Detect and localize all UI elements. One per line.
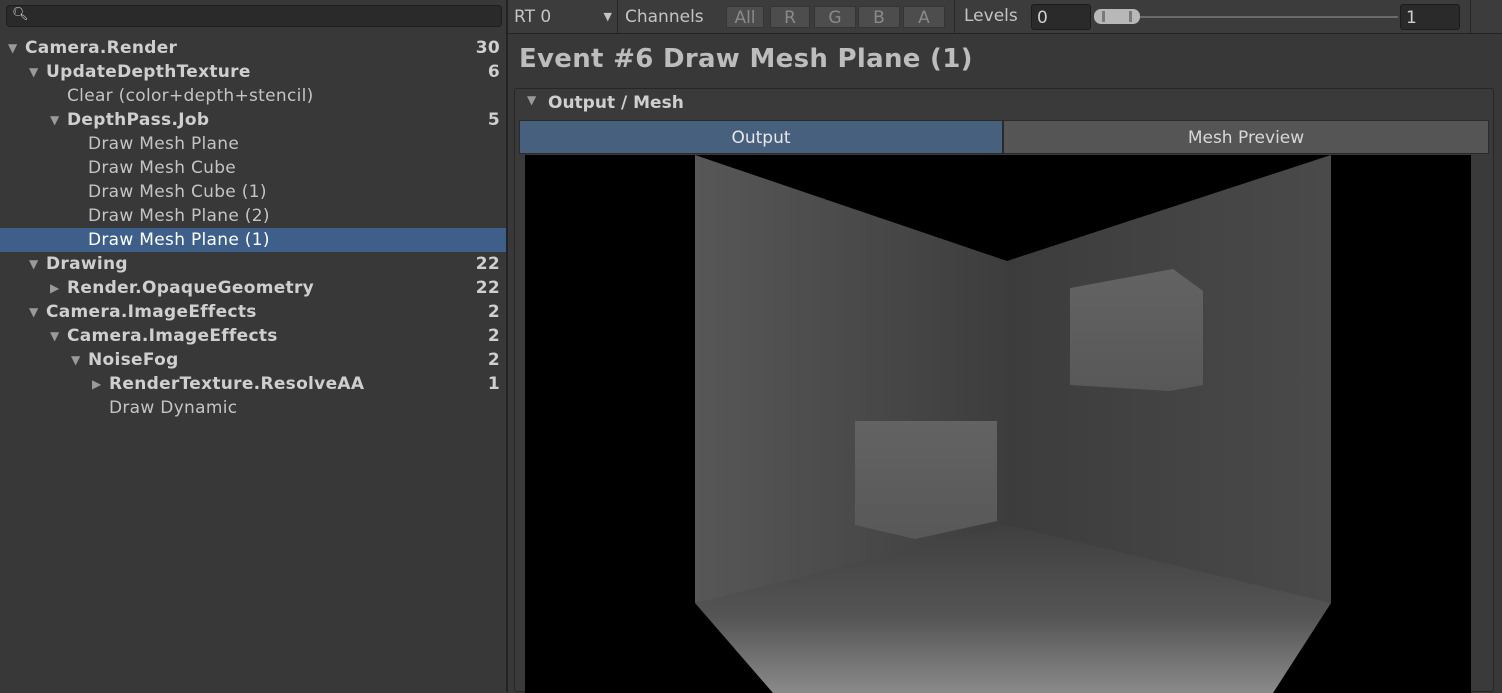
levels-max-field[interactable]: 1 bbox=[1400, 4, 1460, 30]
levels-min-field[interactable]: 0 bbox=[1031, 4, 1091, 30]
tree-row-count: 22 bbox=[475, 278, 500, 298]
toolbar-divider bbox=[1470, 0, 1471, 34]
chevron-down-icon: ▼ bbox=[603, 10, 612, 23]
tree-row-label: Draw Mesh Plane (2) bbox=[88, 206, 270, 226]
tree-row-label: Camera.ImageEffects bbox=[46, 302, 257, 322]
tree-row-label: NoiseFog bbox=[88, 350, 179, 370]
section-title: Output / Mesh bbox=[548, 93, 684, 113]
channel-a-button[interactable]: A bbox=[903, 6, 945, 28]
tree-row-label: Draw Mesh Cube (1) bbox=[88, 182, 267, 202]
tree-row[interactable]: ▶ RenderTexture.ResolveAA 1 bbox=[0, 372, 506, 396]
levels-label: Levels bbox=[964, 6, 1018, 26]
triangle-right-icon[interactable]: ▶ bbox=[50, 276, 64, 300]
search-icon: 🔍︎ bbox=[12, 7, 29, 22]
tree-row-label: Camera.Render bbox=[25, 38, 178, 58]
triangle-down-icon[interactable]: ▼ bbox=[50, 108, 64, 132]
tree-row[interactable]: Draw Dynamic bbox=[0, 396, 506, 420]
left-wall bbox=[695, 155, 1007, 603]
tree-row-label: Draw Mesh Plane bbox=[88, 134, 240, 154]
tree-row-label: Render.OpaqueGeometry bbox=[67, 278, 315, 298]
toolbar-divider bbox=[954, 0, 955, 34]
render-output-viewport[interactable] bbox=[525, 155, 1471, 693]
channel-r-button[interactable]: R bbox=[770, 6, 810, 28]
tree-row-label: Camera.ImageEffects bbox=[67, 326, 278, 346]
tree-row[interactable]: ▶ Render.OpaqueGeometry 22 bbox=[0, 276, 506, 300]
tree-row-count: 5 bbox=[487, 110, 500, 130]
levels-slider-track[interactable] bbox=[1098, 16, 1398, 18]
tree-row-label: Drawing bbox=[46, 254, 128, 274]
event-tree: ▼ Camera.Render 30 ▼ UpdateDepthTexture 6 Clea… bbox=[0, 36, 506, 420]
tree-row-count: 2 bbox=[487, 302, 500, 322]
output-mesh-section: ▼ Output / Mesh Output Mesh Preview bbox=[514, 88, 1494, 693]
tree-row[interactable]: Draw Mesh Cube bbox=[0, 156, 506, 180]
tree-row[interactable]: ▼ DepthPass.Job 5 bbox=[0, 108, 506, 132]
event-title: Event #6 Draw Mesh Plane (1) bbox=[519, 44, 973, 74]
triangle-down-icon[interactable]: ▼ bbox=[29, 300, 43, 324]
triangle-down-icon[interactable]: ▼ bbox=[527, 93, 536, 107]
tab-mesh-preview[interactable]: Mesh Preview bbox=[1003, 120, 1489, 154]
triangle-down-icon[interactable]: ▼ bbox=[29, 252, 43, 276]
tree-row[interactable]: ▼ Camera.ImageEffects 2 bbox=[0, 324, 506, 348]
tree-row-count: 1 bbox=[487, 374, 500, 394]
levels-slider-thumb[interactable] bbox=[1094, 9, 1140, 24]
triangle-down-icon[interactable]: ▼ bbox=[29, 60, 43, 84]
tree-row-label: Clear (color+depth+stencil) bbox=[67, 86, 314, 106]
frame-event-hierarchy: 🔍︎ ▼ Camera.Render 30 ▼ UpdateDepthTexture 6 C… bbox=[0, 0, 508, 692]
tree-row[interactable]: ▼ UpdateDepthTexture 6 bbox=[0, 60, 506, 84]
search-field[interactable]: 🔍︎ bbox=[6, 5, 502, 27]
triangle-down-icon[interactable]: ▼ bbox=[8, 36, 22, 60]
channel-g-button[interactable]: G bbox=[814, 6, 856, 28]
toolbar-divider bbox=[617, 0, 618, 34]
render-output-image bbox=[695, 155, 1331, 693]
tree-row[interactable]: Clear (color+depth+stencil) bbox=[0, 84, 506, 108]
tree-row[interactable]: Draw Mesh Plane (2) bbox=[0, 204, 506, 228]
tree-row-count: 6 bbox=[487, 62, 500, 82]
tree-row-count: 2 bbox=[487, 350, 500, 370]
render-target-dropdown[interactable]: RT 0 ▼ bbox=[514, 0, 612, 34]
tree-row-count: 30 bbox=[475, 38, 500, 58]
tree-row-label: Draw Dynamic bbox=[109, 398, 238, 418]
tree-row[interactable]: ▼ Camera.Render 30 bbox=[0, 36, 506, 60]
tree-row[interactable]: ▼ NoiseFog 2 bbox=[0, 348, 506, 372]
tree-row-label: Draw Mesh Plane (1) bbox=[88, 230, 270, 250]
tree-row-count: 22 bbox=[475, 254, 500, 274]
tree-row[interactable]: Draw Mesh Cube (1) bbox=[0, 180, 506, 204]
triangle-right-icon[interactable]: ▶ bbox=[92, 372, 106, 396]
render-target-label: RT 0 bbox=[514, 7, 552, 27]
channels-label: Channels bbox=[625, 7, 704, 27]
channel-b-button[interactable]: B bbox=[858, 6, 900, 28]
tree-row[interactable]: ▼ Drawing 22 bbox=[0, 252, 506, 276]
tree-row-label: Draw Mesh Cube bbox=[88, 158, 237, 178]
tree-row-label: RenderTexture.ResolveAA bbox=[109, 374, 365, 394]
toolbar: RT 0 ▼ Channels All R G B A Levels 0 1 bbox=[508, 0, 1502, 34]
cube-upper bbox=[1070, 269, 1203, 391]
triangle-down-icon[interactable]: ▼ bbox=[71, 348, 85, 372]
section-header[interactable]: ▼ Output / Mesh bbox=[515, 89, 1493, 119]
tree-row-label: DepthPass.Job bbox=[67, 110, 210, 130]
tree-row-count: 2 bbox=[487, 326, 500, 346]
tree-row-label: UpdateDepthTexture bbox=[46, 62, 251, 82]
tab-output[interactable]: Output bbox=[519, 120, 1003, 154]
tree-row[interactable]: Draw Mesh Plane bbox=[0, 132, 506, 156]
cube-lower bbox=[855, 421, 997, 539]
channel-all-button[interactable]: All bbox=[726, 6, 764, 28]
triangle-down-icon[interactable]: ▼ bbox=[50, 324, 64, 348]
tree-row[interactable]: ▼ Camera.ImageEffects 2 bbox=[0, 300, 506, 324]
tree-row-selected[interactable]: Draw Mesh Plane (1) bbox=[0, 228, 506, 252]
